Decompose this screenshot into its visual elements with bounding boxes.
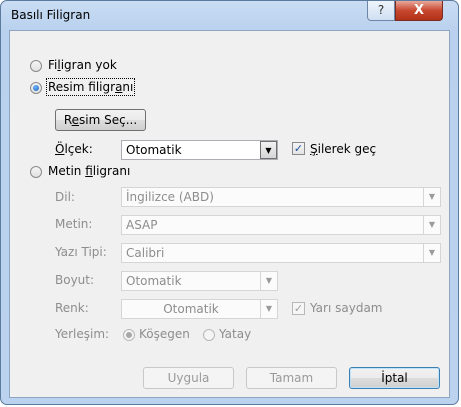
language-label: Dil:	[55, 190, 75, 204]
checkmark-icon: ✓	[293, 142, 304, 155]
dialog-window: Basılı Filigran ? X Filigran yok Resim f…	[0, 0, 459, 405]
semitransparent-checkbox[interactable]: ✓	[292, 302, 305, 315]
text-watermark-label[interactable]: Metin filigranı	[48, 164, 130, 178]
layout-horizontal-label[interactable]: Yatay	[219, 327, 251, 341]
language-value: İngilizce (ABD)	[126, 190, 214, 204]
chevron-down-icon[interactable]: ▼	[423, 244, 440, 262]
color-label: Renk:	[55, 301, 89, 315]
chevron-down-icon[interactable]: ▼	[423, 216, 440, 234]
text-watermark-radio[interactable]	[30, 166, 42, 178]
ok-button[interactable]: Tamam	[246, 367, 337, 389]
font-label: Yazı Tipi:	[55, 245, 107, 259]
text-combobox[interactable]: ASAP ▼	[121, 215, 441, 235]
dialog-content: Filigran yok Resim filigranı Resim Seç..…	[9, 30, 450, 398]
window-title: Basılı Filigran	[11, 8, 91, 22]
select-picture-button[interactable]: Resim Seç...	[55, 109, 146, 131]
text-label: Metin:	[55, 217, 93, 231]
checkmark-icon: ✓	[293, 302, 304, 315]
picture-watermark-label[interactable]: Resim filigranı	[45, 78, 136, 96]
washout-label[interactable]: Şilerek geç	[310, 142, 376, 156]
layout-label: Yerleşim:	[55, 327, 110, 341]
layout-diagonal-radio[interactable]	[123, 329, 135, 341]
close-icon: X	[413, 3, 425, 18]
chevron-down-icon[interactable]: ▼	[423, 188, 440, 206]
picture-watermark-radio[interactable]	[30, 82, 42, 94]
size-value: Otomatik	[126, 274, 182, 288]
color-dropdown[interactable]: Otomatik ▼	[121, 299, 278, 319]
scale-value: Otomatik	[126, 143, 182, 157]
cancel-button[interactable]: İptal	[349, 367, 440, 389]
size-label: Boyut:	[55, 273, 95, 287]
layout-horizontal-radio[interactable]	[203, 329, 215, 341]
no-watermark-label[interactable]: Filigran yok	[48, 58, 117, 72]
language-dropdown[interactable]: İngilizce (ABD) ▼	[121, 187, 441, 207]
title-bar[interactable]: Basılı Filigran ? X	[1, 1, 458, 31]
help-icon: ?	[377, 3, 385, 17]
chevron-down-icon[interactable]: ▼	[260, 300, 277, 318]
scale-dropdown[interactable]: Otomatik ▼	[121, 140, 278, 160]
close-button[interactable]: X	[395, 1, 443, 21]
layout-diagonal-label[interactable]: Köşegen	[139, 327, 190, 341]
size-combobox[interactable]: Otomatik ▼	[121, 271, 278, 291]
font-dropdown[interactable]: Calibri ▼	[121, 243, 441, 263]
help-button[interactable]: ?	[367, 1, 395, 21]
chevron-down-icon[interactable]: ▼	[260, 272, 277, 290]
font-value: Calibri	[126, 246, 165, 260]
text-value: ASAP	[126, 218, 158, 232]
color-value: Otomatik	[163, 302, 219, 316]
apply-button[interactable]: Uygula	[143, 367, 234, 389]
chevron-down-icon[interactable]: ▼	[260, 141, 277, 159]
scale-label: Ölçek:	[55, 142, 93, 156]
washout-checkbox[interactable]: ✓	[292, 142, 305, 155]
semitransparent-label[interactable]: Yarı saydam	[310, 301, 382, 315]
no-watermark-radio[interactable]	[30, 60, 42, 72]
